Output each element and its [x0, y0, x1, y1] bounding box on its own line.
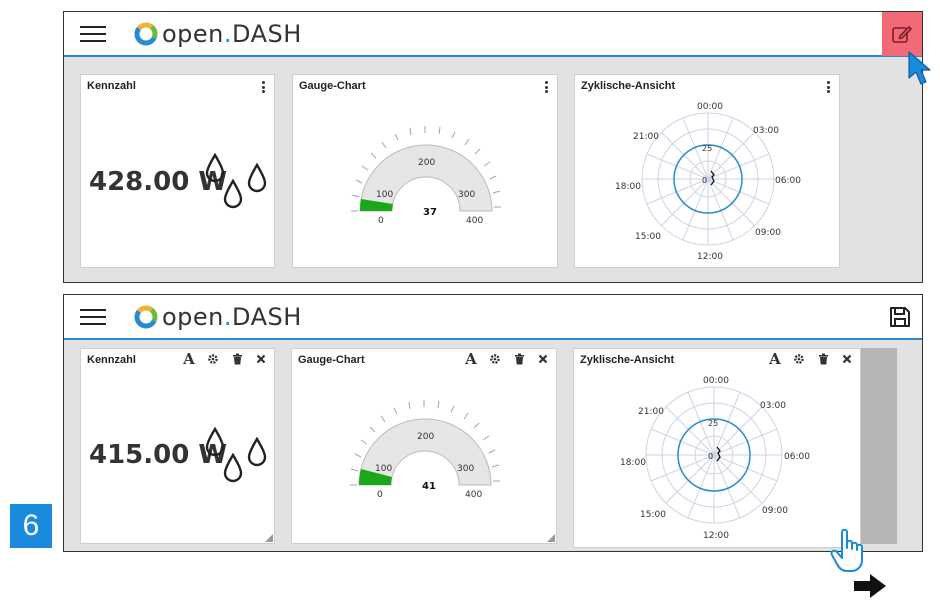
widget-cyclic-view[interactable]: Zyklische-Ansicht 00:00 03:00 06:00 09:0… [574, 74, 840, 268]
logo-ring-icon [134, 305, 158, 329]
kebab-menu-icon[interactable] [545, 81, 549, 93]
widget-title: Kennzahl [87, 354, 136, 366]
polar-hour-label: 00:00 [703, 376, 729, 386]
save-icon [890, 307, 910, 327]
mouse-pointer-icon [908, 51, 931, 85]
widget-toolbar: A [768, 350, 854, 368]
kebab-menu-icon[interactable] [827, 81, 831, 93]
water-drops-icon [205, 427, 267, 483]
widget-title: Zyklische-Ansicht [580, 354, 675, 366]
hamburger-menu-icon[interactable] [80, 26, 106, 42]
app-header: open.DASH [64, 295, 922, 340]
polar-hour-label: 03:00 [753, 126, 779, 136]
polar-hour-label: 18:00 [620, 458, 646, 468]
gauge-chart: 100 200 300 0 400 37 [351, 126, 501, 226]
widget-kennzahl[interactable]: Kennzahl 428.00 W [80, 74, 275, 268]
gear-icon[interactable] [206, 352, 220, 366]
gauge-tick-label: 100 [375, 464, 392, 474]
resize-preview-area [861, 348, 897, 544]
polar-hour-label: 09:00 [762, 506, 788, 516]
polar-hour-label: 18:00 [615, 182, 641, 192]
polar-hour-label: 21:00 [638, 407, 664, 417]
polar-hour-label: 15:00 [635, 232, 661, 242]
app-logo: open.DASH [134, 303, 302, 331]
gear-icon[interactable] [792, 352, 806, 366]
gauge-tick-label: 400 [466, 216, 483, 226]
widget-toolbar: A [182, 350, 268, 368]
polar-hour-label: 12:00 [697, 252, 723, 262]
dashboard-edit-mode: open.DASH Kennzahl A 415.00 W Gauge-Char… [63, 294, 923, 552]
polar-ring-label: 0 [702, 176, 707, 185]
widget-gauge-chart[interactable]: Gauge-Chart 100 200 300 0 400 37 [292, 74, 558, 268]
arrow-right-icon [854, 574, 886, 598]
font-icon[interactable]: A [182, 350, 196, 368]
polar-hour-label: 09:00 [755, 228, 781, 238]
polar-ring-label: 25 [708, 419, 718, 428]
widget-gauge-chart[interactable]: Gauge-Chart A 100 200 300 0 400 41 [291, 348, 557, 544]
save-button[interactable] [888, 305, 912, 329]
close-icon[interactable] [254, 352, 268, 366]
font-icon[interactable]: A [464, 350, 478, 368]
polar-hour-label: 06:00 [775, 176, 801, 186]
widget-title: Zyklische-Ansicht [581, 80, 676, 92]
close-icon[interactable] [536, 352, 550, 366]
dashboard-view-mode: open.DASH Kennzahl 428.00 W Gauge-Chart [63, 11, 923, 283]
gauge-tick-label: 200 [418, 158, 435, 168]
app-logo: open.DASH [134, 20, 302, 48]
polar-hour-label: 03:00 [760, 401, 786, 411]
polar-hour-label: 12:00 [703, 531, 729, 541]
gear-icon[interactable] [488, 352, 502, 366]
close-icon[interactable] [840, 352, 854, 366]
polar-hour-label: 06:00 [784, 452, 810, 462]
brand-name: open.DASH [162, 20, 302, 48]
gauge-tick-label: 0 [377, 490, 383, 500]
kebab-menu-icon[interactable] [262, 81, 266, 93]
dashboard-canvas: Kennzahl A 415.00 W Gauge-Chart A 100 20… [64, 340, 922, 551]
font-icon[interactable]: A [768, 350, 782, 368]
gauge-tick-label: 200 [417, 432, 434, 442]
trash-icon[interactable] [512, 352, 526, 366]
hand-pointer-icon [830, 528, 863, 572]
hamburger-menu-icon[interactable] [80, 309, 106, 325]
polar-hour-label: 15:00 [640, 510, 666, 520]
polar-hour-label: 21:00 [633, 132, 659, 142]
gauge-tick-label: 300 [458, 190, 475, 200]
widget-kennzahl[interactable]: Kennzahl A 415.00 W [80, 348, 275, 544]
gauge-tick-label: 100 [376, 190, 393, 200]
widget-title: Gauge-Chart [299, 80, 366, 92]
app-header: open.DASH [64, 12, 922, 57]
edit-icon [892, 26, 912, 43]
gauge-chart: 100 200 300 0 400 41 [350, 400, 500, 500]
gauge-tick-label: 300 [457, 464, 474, 474]
polar-ring-label: 0 [708, 452, 713, 461]
resize-handle[interactable] [547, 534, 555, 542]
polar-ring-label: 25 [702, 144, 712, 153]
polar-chart: 00:00 03:00 06:00 09:00 12:00 15:00 18:0… [620, 376, 810, 541]
widget-cyclic-view[interactable]: Zyklische-Ansicht A 00:00 03:00 06:00 09… [573, 348, 861, 548]
trash-icon[interactable] [816, 352, 830, 366]
trash-icon[interactable] [230, 352, 244, 366]
gauge-value: 37 [423, 207, 437, 218]
polar-hour-label: 00:00 [697, 102, 723, 112]
widget-toolbar: A [464, 350, 550, 368]
gauge-tick-label: 400 [465, 490, 482, 500]
resize-handle[interactable] [265, 534, 273, 542]
dashboard-canvas: Kennzahl 428.00 W Gauge-Chart 100 200 30… [64, 57, 922, 282]
brand-name: open.DASH [162, 303, 302, 331]
gauge-tick-label: 0 [378, 216, 384, 226]
step-number-badge: 6 [10, 504, 52, 548]
logo-ring-icon [134, 22, 158, 46]
gauge-value: 41 [422, 481, 436, 492]
widget-title: Gauge-Chart [298, 354, 365, 366]
widget-title: Kennzahl [87, 80, 136, 92]
water-drops-icon [205, 153, 267, 209]
polar-chart: 00:00 03:00 06:00 09:00 12:00 15:00 18:0… [615, 102, 801, 262]
